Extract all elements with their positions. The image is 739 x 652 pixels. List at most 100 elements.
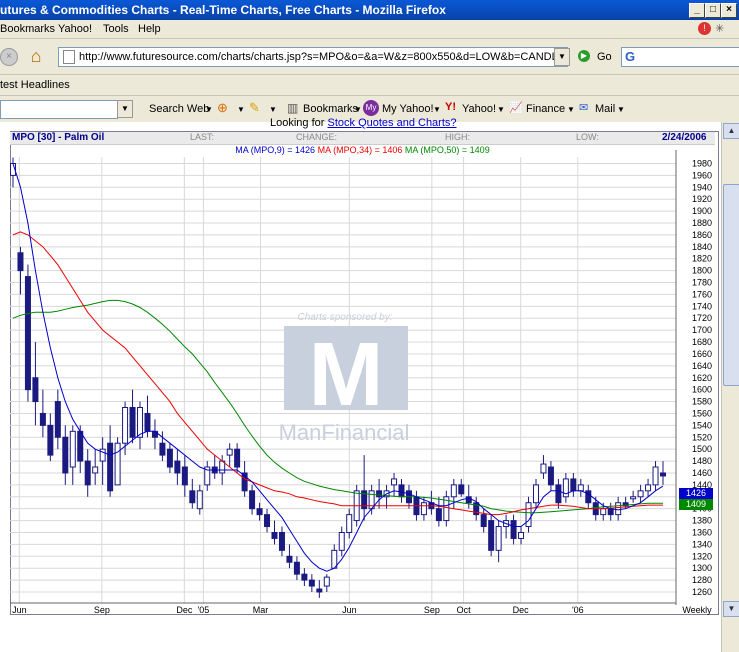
- y-tick-label: 1920: [692, 194, 712, 204]
- y-tick-label: 1580: [692, 397, 712, 407]
- x-tick-label: Dec: [513, 605, 530, 615]
- y-tick-label: 1880: [692, 218, 712, 228]
- candle-body: [376, 490, 383, 498]
- sponsor-watermark: Charts sponsored by: M ManFinancial: [279, 312, 410, 445]
- y-tick-label: 1260: [692, 587, 712, 597]
- candle-body: [308, 579, 315, 587]
- candle-body: [637, 490, 644, 498]
- x-tick-label: '05: [198, 605, 210, 615]
- candle-body: [510, 520, 517, 539]
- y-tick-label: 1380: [692, 516, 712, 526]
- scroll-thumb[interactable]: [723, 184, 739, 386]
- candle-body: [518, 531, 525, 539]
- candle-body: [92, 466, 99, 474]
- y-tick-label: 1960: [692, 170, 712, 180]
- candle-body: [39, 412, 46, 426]
- x-tick-label: '06: [572, 605, 584, 615]
- candle-body: [338, 531, 345, 551]
- y-tick-label: 1600: [692, 385, 712, 395]
- candle-body: [256, 508, 263, 516]
- y-tick-label: 1620: [692, 373, 712, 383]
- candle-body: [316, 588, 323, 593]
- candle-body: [458, 484, 465, 495]
- x-tick-label: Oct: [457, 605, 472, 615]
- x-tick-label: Dec: [176, 605, 193, 615]
- candle-body: [271, 531, 278, 539]
- y-tick-label: 1840: [692, 242, 712, 252]
- y-tick-label: 1700: [692, 325, 712, 335]
- y-tick-label: 1320: [692, 551, 712, 561]
- y-tick-label: 1660: [692, 349, 712, 359]
- candle-body: [114, 442, 121, 486]
- ma9-price-tag: 1426: [679, 488, 713, 499]
- candle-body: [286, 555, 293, 563]
- candle-body: [249, 490, 256, 510]
- scroll-up-button[interactable]: ▲: [723, 123, 739, 139]
- candle-body: [84, 460, 91, 486]
- y-tick-label: 1720: [692, 313, 712, 323]
- candle-body: [600, 508, 607, 516]
- candle-body: [645, 484, 652, 492]
- candle-body: [137, 407, 144, 438]
- candle-body: [570, 478, 577, 492]
- candle-body: [226, 448, 233, 456]
- candle-body: [525, 502, 532, 528]
- y-tick-label: 1460: [692, 468, 712, 478]
- y-tick-label: 1300: [692, 563, 712, 573]
- y-tick-label: 1520: [692, 432, 712, 442]
- candle-body: [615, 502, 622, 516]
- candle-body: [607, 508, 614, 516]
- close-window-button[interactable]: ×: [721, 3, 737, 18]
- y-tick-label: 1340: [692, 539, 712, 549]
- candle-body: [435, 508, 442, 522]
- candle-body: [488, 520, 495, 551]
- candle-body: [278, 531, 285, 551]
- candle-body: [495, 526, 502, 551]
- sponsor-text: Charts sponsored by:: [297, 312, 392, 323]
- ma50-price-tag: 1409: [679, 499, 713, 510]
- y-tick-label: 1560: [692, 408, 712, 418]
- y-axis: 19801960 1940 1920 1900 1880 1860 1840 1820 1800…: [675, 150, 712, 605]
- y-tick-label: 1940: [692, 182, 712, 192]
- candle-body: [540, 463, 547, 474]
- candle-body: [420, 502, 427, 516]
- candle-body: [577, 484, 584, 492]
- candle-body: [323, 576, 330, 587]
- scroll-down-button[interactable]: ▼: [723, 601, 739, 617]
- sponsor-name: ManFinancial: [279, 420, 410, 445]
- x-tick-label: Jun: [342, 605, 357, 615]
- y-tick-label: 1640: [692, 361, 712, 371]
- vertical-scrollbar[interactable]: ▲ ▼: [721, 122, 739, 652]
- x-tick-label: Sep: [424, 605, 440, 615]
- y-tick-label: 1980: [692, 159, 712, 169]
- candle-body: [174, 460, 181, 474]
- candle-body: [196, 490, 203, 510]
- y-tick-label: 1780: [692, 278, 712, 288]
- candle-body: [346, 514, 353, 533]
- y-tick-label: 1280: [692, 575, 712, 585]
- candle-body: [189, 490, 196, 504]
- candle-body: [480, 514, 487, 528]
- candle-body: [293, 561, 300, 575]
- candle-body: [630, 496, 637, 500]
- candle-body: [547, 466, 554, 486]
- price-chart: Charts sponsored by: M ManFinancial 1980…: [10, 150, 712, 615]
- candle-body: [144, 412, 151, 432]
- candle-body: [532, 484, 539, 504]
- candle-body: [555, 484, 562, 504]
- candle-body: [264, 514, 271, 528]
- candle-body: [129, 407, 136, 438]
- x-tick-label: Weekly: [682, 605, 712, 615]
- candle-body: [69, 430, 76, 468]
- candle-body: [181, 466, 188, 486]
- x-tick-label: Jun: [12, 605, 27, 615]
- candle-body: [450, 484, 457, 498]
- candle-body: [398, 484, 405, 498]
- candle-body: [24, 276, 31, 391]
- y-tick-label: 1860: [692, 230, 712, 240]
- candle-body: [166, 448, 173, 468]
- candle-body: [47, 424, 54, 456]
- candle-body: [77, 430, 84, 462]
- x-axis: Jun Sep Dec '05 Mar Jun Sep Oct Dec '06 Weekly: [10, 602, 712, 615]
- candle-body: [660, 472, 666, 477]
